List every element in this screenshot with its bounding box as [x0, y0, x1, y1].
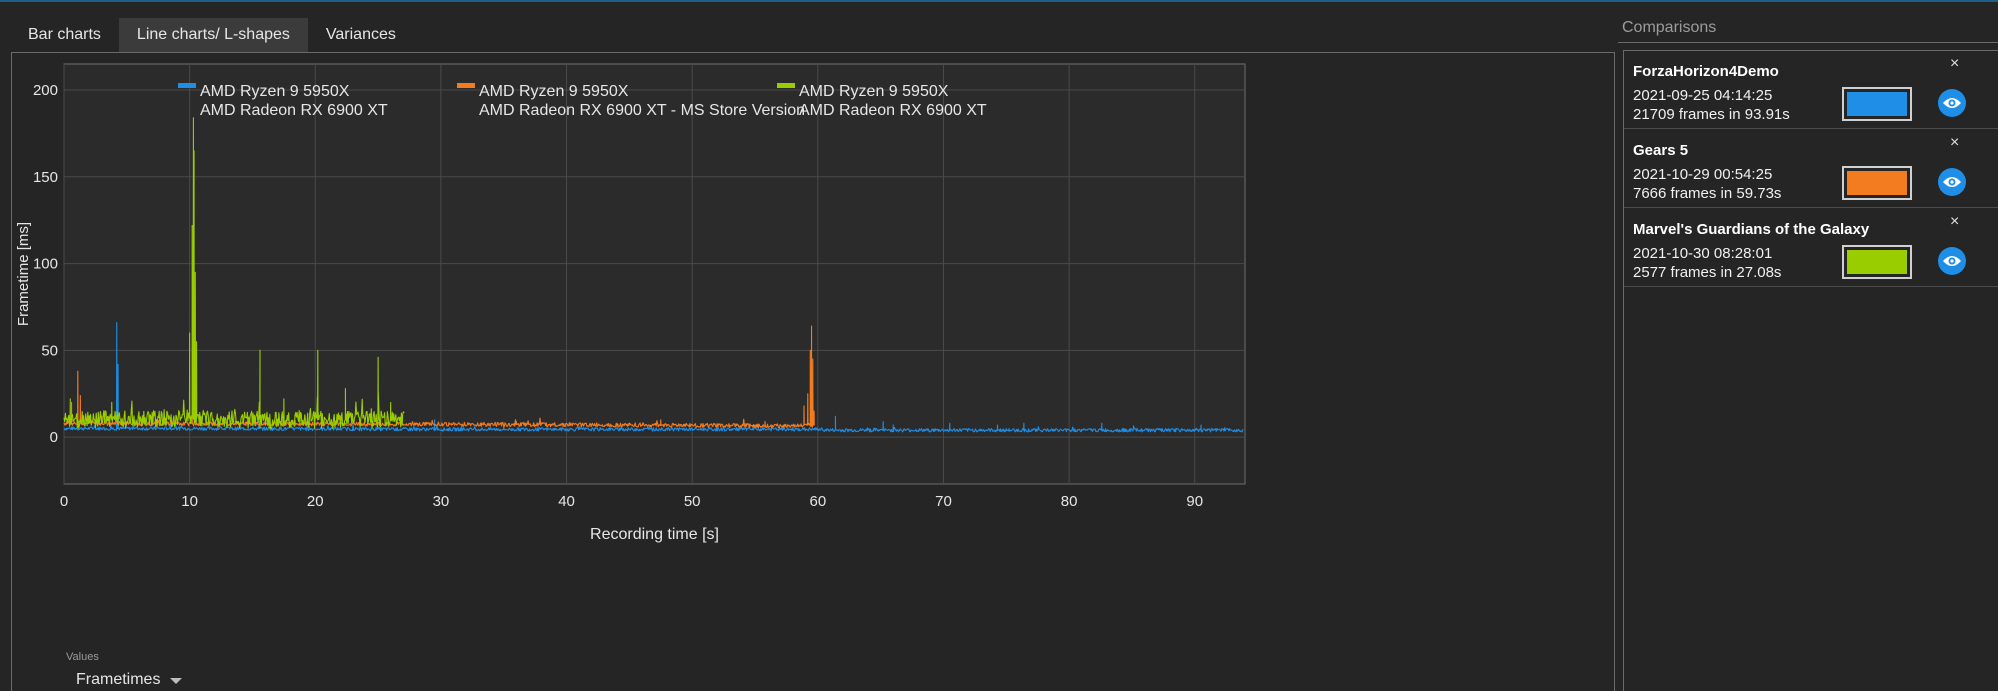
x-tick-label: 40 [558, 493, 575, 510]
x-tick-label: 80 [1061, 493, 1078, 510]
metric-dropdown-value: Frametimes [76, 671, 161, 688]
y-tick-label: 100 [33, 256, 58, 273]
x-tick-label: 90 [1186, 493, 1203, 510]
x-tick-label: 0 [60, 493, 68, 510]
comparison-date: 2021-09-25 04:14:25 [1633, 87, 1773, 104]
comparison-date: 2021-10-29 00:54:25 [1633, 166, 1773, 183]
comparison-game-name: Marvel's Guardians of the Galaxy [1633, 221, 1870, 238]
x-tick-label: 50 [684, 493, 701, 510]
comparison-game-name: Gears 5 [1633, 142, 1689, 159]
frametime-line-chart[interactable]: 0 10 20 30 40 50 60 70 80 90 0 50 100 150 200 AMD Ryze… [12, 53, 1616, 691]
y-tick-label: 200 [33, 82, 58, 99]
values-caption: Values [66, 651, 99, 663]
comparison-frames: 2577 frames in 27.08s [1633, 264, 1782, 281]
tab-line-charts[interactable]: Line charts/ L-shapes [118, 18, 308, 52]
comparison-item[interactable]: Gears 5 2021-10-29 00:54:25 7666 frames … [1624, 130, 1998, 208]
legend-swatch [457, 83, 475, 88]
x-tick-label: 20 [307, 493, 324, 510]
color-swatch-button[interactable] [1842, 245, 1912, 279]
chevron-down-icon [170, 678, 183, 684]
legend-label: AMD Radeon RX 6900 XT [200, 102, 388, 119]
x-tick-label: 70 [935, 493, 952, 510]
x-axis-label: Recording time [s] [590, 526, 719, 543]
color-swatch-button[interactable] [1842, 166, 1912, 200]
legend-label: AMD Ryzen 9 5950X [799, 83, 949, 100]
legend-label: AMD Radeon RX 6900 XT - MS Store Version [479, 102, 805, 119]
comparison-frames: 21709 frames in 93.91s [1633, 106, 1790, 123]
comparisons-divider [1618, 42, 1998, 43]
y-axis-label: Frametime [ms] [15, 222, 32, 326]
x-tick-label: 60 [809, 493, 826, 510]
y-tick-label: 50 [41, 342, 58, 359]
legend-label: AMD Ryzen 9 5950X [200, 83, 350, 100]
window-accent-bar [0, 0, 1998, 2]
chart-type-tabs: Bar charts Line charts/ L-shapes Varianc… [10, 18, 414, 52]
comparison-item[interactable]: Marvel's Guardians of the Galaxy 2021-10… [1624, 209, 1998, 287]
comparison-item[interactable]: ForzaHorizon4Demo 2021-09-25 04:14:25 21… [1624, 51, 1998, 129]
color-swatch-button[interactable] [1842, 87, 1912, 121]
eye-icon[interactable] [1938, 247, 1966, 275]
y-tick-label: 0 [50, 429, 58, 446]
comparison-date: 2021-10-30 08:28:01 [1633, 245, 1773, 262]
legend-swatch [777, 83, 795, 88]
comparison-game-name: ForzaHorizon4Demo [1633, 63, 1779, 80]
tab-bar-charts[interactable]: Bar charts [10, 18, 119, 52]
color-swatch-fill [1847, 171, 1907, 195]
chart-panel: 0 10 20 30 40 50 60 70 80 90 0 50 100 150 200 AMD Ryze… [11, 52, 1615, 691]
comparison-frames: 7666 frames in 59.73s [1633, 185, 1782, 202]
legend-swatch [178, 83, 196, 88]
x-tick-label: 10 [181, 493, 198, 510]
x-tick-label: 30 [433, 493, 450, 510]
close-icon[interactable]: × [1950, 55, 1959, 73]
color-swatch-fill [1847, 250, 1907, 274]
legend-label: AMD Radeon RX 6900 XT [799, 102, 987, 119]
color-swatch-fill [1847, 92, 1907, 116]
eye-icon[interactable] [1938, 168, 1966, 196]
y-tick-label: 150 [33, 169, 58, 186]
tab-variances[interactable]: Variances [308, 18, 414, 52]
metric-dropdown[interactable]: Frametimes [76, 671, 183, 689]
comparisons-title: Comparisons [1622, 19, 1717, 36]
eye-icon[interactable] [1938, 89, 1966, 117]
close-icon[interactable]: × [1950, 213, 1959, 231]
legend-label: AMD Ryzen 9 5950X [479, 83, 629, 100]
close-icon[interactable]: × [1950, 134, 1959, 152]
